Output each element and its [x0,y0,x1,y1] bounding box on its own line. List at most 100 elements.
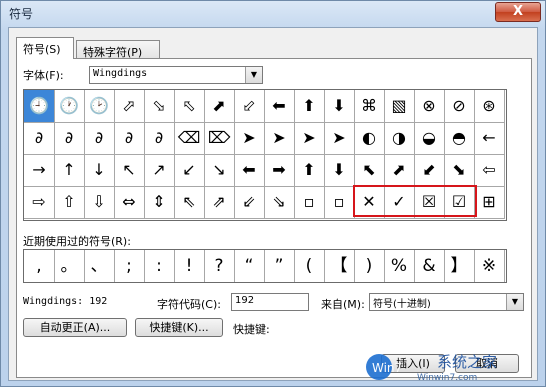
recent-symbol[interactable]: ( [294,250,325,282]
recent-symbol[interactable]: 、 [84,250,115,282]
dialog-client-area: 符号(S) 特殊字符(P) 字体(F): Wingdings ▼ 🕘 🕐 🕑 ⬀ ⬂ ⬁ ⬈… [8,27,538,381]
site-watermark: Win7 系统之家 Winwin7.com [366,353,497,383]
symbol-cell[interactable]: ➤ [234,122,265,155]
tab-special-characters[interactable]: 特殊字符(P) [76,40,160,59]
symbol-cell[interactable]: ➤ [324,122,355,155]
watermark-logo-text: Win7 [372,361,402,375]
symbol-cell[interactable]: ⬉ [354,154,385,187]
symbol-cell[interactable]: ⬀ [114,90,145,123]
symbol-dialog: 符号 X 符号(S) 特殊字符(P) 字体(F): Wingdings ▼ 🕘 🕐… [0,0,546,387]
symbol-cell[interactable]: ⬅ [264,90,295,123]
symbol-cell[interactable]: ▫ [324,186,355,219]
symbol-cell[interactable]: ∂ [114,122,145,155]
symbol-cell[interactable]: ◐ [354,122,385,155]
recent-symbols-list[interactable]: ,。、;:!? “”(【)% &】 ※ [23,249,507,283]
symbol-cell[interactable]: ⇩ [84,186,115,219]
chevron-down-icon[interactable]: ▼ [506,294,523,310]
symbol-cell[interactable]: → [24,154,55,187]
symbol-cell[interactable]: ⇦ [474,154,505,187]
symbol-cell[interactable]: ↙ [174,154,205,187]
symbol-cell[interactable]: ⬈ [204,90,235,123]
symbol-cell[interactable]: ⊘ [444,90,475,123]
font-select-value: Wingdings [93,68,148,79]
symbol-cell[interactable]: ⊗ [414,90,445,123]
recent-symbol[interactable]: : [144,250,175,282]
font-code-readout: Wingdings: 192 [23,296,108,307]
symbol-cell[interactable]: ◓ [444,122,475,155]
symbol-cell[interactable]: ⬇ [324,90,355,123]
recent-symbol[interactable]: 。 [54,250,85,282]
recent-symbol[interactable]: ) [354,250,385,282]
symbol-cell[interactable]: ➤ [294,122,325,155]
symbol-cell[interactable]: ↗ [144,154,175,187]
symbol-cell[interactable]: ↖ [114,154,145,187]
from-select[interactable]: 符号(十进制) ▼ [369,293,524,311]
symbol-cell[interactable]: ⬆ [294,90,325,123]
chevron-down-icon[interactable]: ▼ [245,67,262,83]
symbol-cell[interactable]: ⌦ [204,122,235,155]
recent-symbol[interactable]: 】 [444,250,475,282]
symbol-cell[interactable]: ➤ [264,122,295,155]
symbol-cell[interactable]: ⇖ [174,186,205,219]
symbol-cell[interactable]: ⬇ [324,154,355,187]
symbol-cell[interactable]: ▧ [384,90,415,123]
symbol-cell[interactable]: ⬃ [234,90,265,123]
symbol-cell[interactable]: ⬊ [444,154,475,187]
symbol-cell[interactable]: ⇔ [114,186,145,219]
recent-symbol[interactable]: 【 [324,250,355,282]
shortcut-key-button[interactable]: 快捷键(K)... [135,318,223,337]
close-button[interactable]: X [495,2,541,22]
font-select[interactable]: Wingdings ▼ [89,66,263,84]
shortcut-key-label: 快捷键: [233,323,270,336]
symbol-cell[interactable]: ∂ [24,122,55,155]
symbol-cell[interactable]: ⊛ [474,90,505,123]
symbol-cell[interactable]: ⌫ [174,122,205,155]
symbol-cell[interactable]: 🕐 [54,90,85,123]
symbol-cell[interactable]: ↘ [204,154,235,187]
symbol-cell[interactable]: ⊞ [474,186,505,219]
from-label: 来自(M): [321,298,365,311]
recent-symbol[interactable]: ? [204,250,235,282]
symbol-cell[interactable]: ↓ [84,154,115,187]
recent-symbol[interactable]: “ [234,250,265,282]
watermark-title: 系统之家 [437,353,497,371]
symbol-cell[interactable]: ⇧ [54,186,85,219]
symbol-cell[interactable]: ⇨ [24,186,55,219]
symbol-cell[interactable]: ← [474,122,505,155]
symbol-cell[interactable]: ⬈ [384,154,415,187]
recent-symbol[interactable]: ; [114,250,145,282]
recent-symbol[interactable]: % [384,250,415,282]
symbol-cell[interactable]: ↑ [54,154,85,187]
symbol-cell[interactable]: ◒ [414,122,445,155]
highlight-box [353,185,477,217]
recent-symbol[interactable]: & [414,250,445,282]
char-code-input[interactable]: 192 [231,293,309,311]
symbol-cell[interactable]: ⇗ [204,186,235,219]
symbol-cell[interactable]: ➡ [264,154,295,187]
recent-symbol[interactable]: ! [174,250,205,282]
symbol-cell[interactable]: ▫ [294,186,325,219]
tab-symbols[interactable]: 符号(S) [16,37,74,59]
symbol-cell[interactable]: ⇙ [234,186,265,219]
recent-symbol[interactable]: ” [264,250,295,282]
title-bar: 符号 X [1,1,545,25]
recent-symbol[interactable]: , [24,250,55,282]
symbol-cell[interactable]: ∂ [84,122,115,155]
autocorrect-button[interactable]: 自动更正(A)... [23,318,127,337]
symbol-cell[interactable]: ⇘ [264,186,295,219]
symbol-cell[interactable]: ⇕ [144,186,175,219]
font-label: 字体(F): [23,69,64,82]
symbol-cell[interactable]: 🕑 [84,90,115,123]
symbol-cell[interactable]: ⌘ [354,90,385,123]
symbol-cell[interactable]: ⬋ [414,154,445,187]
symbol-cell[interactable]: ⬅ [234,154,265,187]
recent-symbol[interactable]: ※ [474,250,505,282]
symbol-cell[interactable]: ∂ [144,122,175,155]
symbol-cell[interactable]: 🕘 [24,90,55,123]
symbol-cell[interactable]: ⬁ [174,90,205,123]
char-code-label: 字符代码(C): [157,298,221,311]
symbol-cell[interactable]: ⬆ [294,154,325,187]
symbol-cell[interactable]: ◑ [384,122,415,155]
symbol-cell[interactable]: ⬂ [144,90,175,123]
symbol-cell[interactable]: ∂ [54,122,85,155]
